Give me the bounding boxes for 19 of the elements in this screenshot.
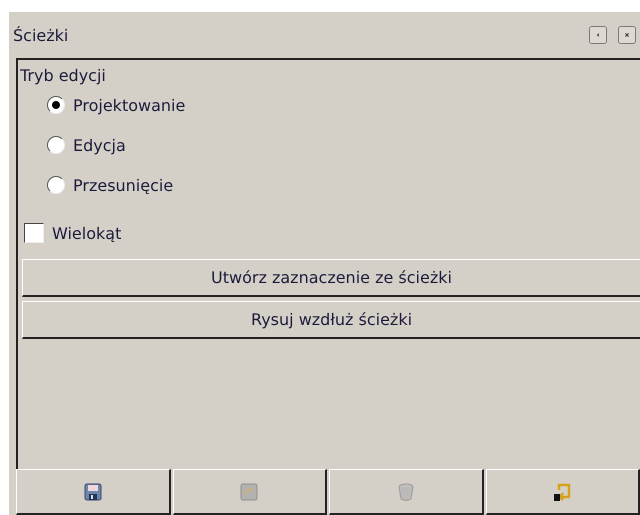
radio-button[interactable] [47, 136, 65, 154]
checkbox[interactable] [24, 223, 44, 243]
left-triangle-icon [596, 31, 600, 39]
panel-title: Ścieżki [13, 26, 70, 44]
toolbar-button[interactable] [486, 469, 640, 515]
action-button[interactable]: Utwórz zaznaczenie ze ścieżki [22, 259, 640, 297]
radio-button[interactable] [47, 96, 65, 114]
close-icon [625, 30, 629, 40]
toolbar-button[interactable] [16, 469, 170, 515]
close-button[interactable] [618, 26, 636, 44]
radio-button[interactable] [47, 176, 65, 194]
action-button[interactable]: Rysuj wzdłuż ścieżki [22, 301, 640, 339]
group-label: Tryb edycji [20, 66, 106, 85]
radio-label: Edycja [73, 136, 126, 154]
checkbox-label: Wielokąt [52, 224, 122, 242]
trash-can-icon [396, 482, 416, 502]
radio-label: Projektowanie [73, 96, 186, 114]
radio-label: Przesunięcie [73, 176, 174, 194]
collapse-button[interactable] [589, 26, 607, 44]
